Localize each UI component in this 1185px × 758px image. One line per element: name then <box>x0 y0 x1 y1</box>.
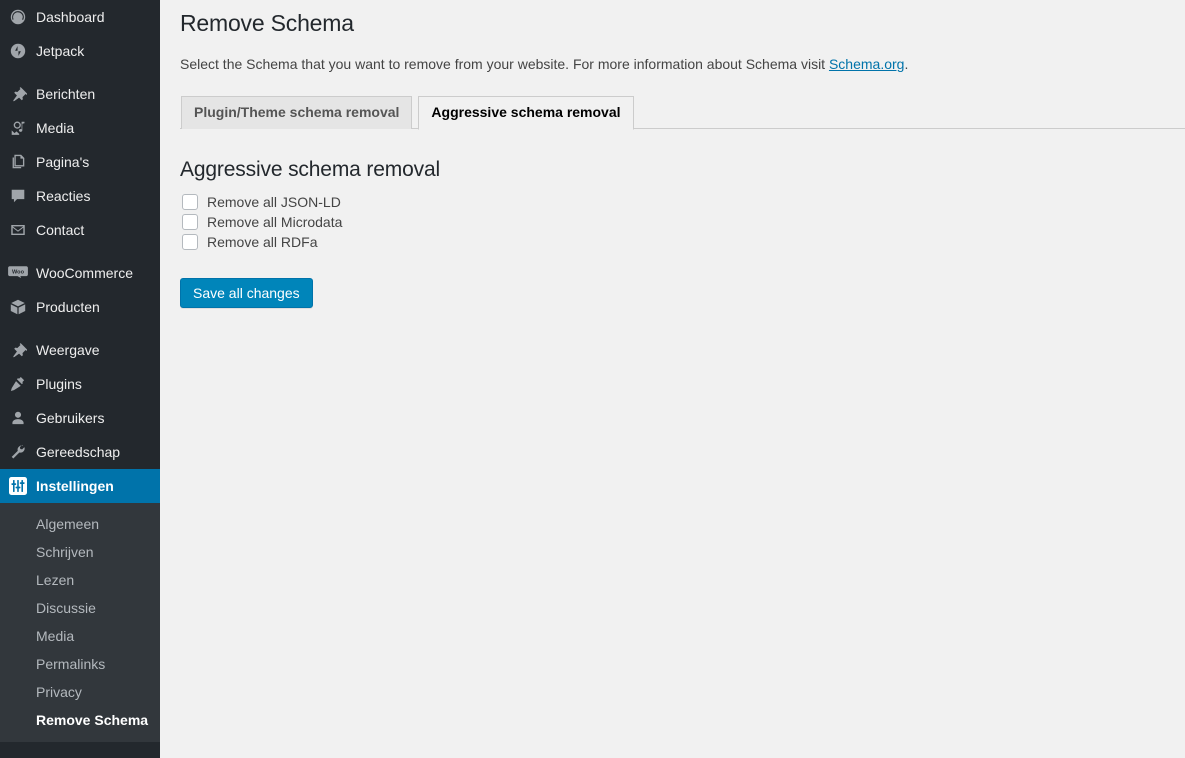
page-description-text: Select the Schema that you want to remov… <box>180 56 829 72</box>
sidebar-item-contact[interactable]: Contact <box>0 213 160 247</box>
users-icon <box>0 409 36 427</box>
sidebar-group-separator <box>0 247 160 256</box>
checkbox-row[interactable]: Remove all RDFa <box>180 232 1165 252</box>
sidebar-item-weergave[interactable]: Weergave <box>0 333 160 367</box>
sidebar-item-label: WooCommerce <box>36 264 133 282</box>
checkbox-row[interactable]: Remove all JSON-LD <box>180 192 1165 212</box>
settings-icon <box>0 476 36 496</box>
page-title: Remove Schema <box>180 0 1165 42</box>
submenu-item-remove-schema[interactable]: Remove Schema <box>0 706 160 734</box>
sidebar-item-label: Gereedschap <box>36 443 120 461</box>
envelope-icon <box>0 221 36 239</box>
sidebar-item-producten[interactable]: Producten <box>0 290 160 324</box>
sidebar-group-separator <box>0 324 160 333</box>
submenu-item-permalinks[interactable]: Permalinks <box>0 650 160 678</box>
sidebar-item-label: Instellingen <box>36 477 114 495</box>
jetpack-icon <box>0 42 36 60</box>
section-title: Aggressive schema removal <box>180 129 1165 183</box>
sidebar-item-gereedschap[interactable]: Gereedschap <box>0 435 160 469</box>
sidebar-item-label: Plugins <box>36 375 82 393</box>
sidebar-item-paginas[interactable]: Pagina's <box>0 145 160 179</box>
sidebar-item-label: Pagina's <box>36 153 89 171</box>
sidebar-item-label: Jetpack <box>36 42 84 60</box>
sidebar-group-separator <box>0 68 160 77</box>
sidebar-menu-group: Woo WooCommerce Producten <box>0 256 160 324</box>
main-content: Remove Schema Select the Schema that you… <box>160 0 1185 758</box>
sidebar-item-label: Berichten <box>36 85 95 103</box>
checkbox-label: Remove all JSON-LD <box>207 192 341 212</box>
submenu-item-privacy[interactable]: Privacy <box>0 678 160 706</box>
sidebar-item-plugins[interactable]: Plugins <box>0 367 160 401</box>
checkbox-remove-all-rdfa[interactable] <box>182 234 198 250</box>
sidebar-item-label: Gebruikers <box>36 409 104 427</box>
sidebar-item-gebruikers[interactable]: Gebruikers <box>0 401 160 435</box>
sidebar-item-label: Dashboard <box>36 8 105 26</box>
pages-icon <box>0 153 36 171</box>
checkbox-list: Remove all JSON-LDRemove all MicrodataRe… <box>180 192 1165 252</box>
sidebar-item-jetpack[interactable]: Jetpack <box>0 34 160 68</box>
sidebar-menu-group: Dashboard Jetpack <box>0 0 160 68</box>
admin-sidebar: Dashboard Jetpack Berichten Media Pagina's Re… <box>0 0 160 758</box>
tab-aggressive-schema-removal[interactable]: Aggressive schema removal <box>418 96 633 130</box>
sidebar-item-dashboard[interactable]: Dashboard <box>0 0 160 34</box>
dashboard-icon <box>0 8 36 26</box>
appearance-icon <box>0 341 36 359</box>
sidebar-item-label: Producten <box>36 298 100 316</box>
sidebar-item-woocommerce[interactable]: Woo WooCommerce <box>0 256 160 290</box>
media-icon <box>0 119 36 137</box>
submenu-item-lezen[interactable]: Lezen <box>0 566 160 594</box>
svg-text:Woo: Woo <box>12 269 25 275</box>
sidebar-item-berichten[interactable]: Berichten <box>0 77 160 111</box>
sidebar-item-instellingen[interactable]: Instellingen <box>0 469 160 503</box>
submenu-item-algemeen[interactable]: Algemeen <box>0 510 160 538</box>
wrench-icon <box>0 443 36 461</box>
sidebar-item-media[interactable]: Media <box>0 111 160 145</box>
checkbox-label: Remove all Microdata <box>207 212 342 232</box>
checkbox-remove-all-microdata[interactable] <box>182 214 198 230</box>
plugins-icon <box>0 375 36 393</box>
sidebar-item-label: Weergave <box>36 341 100 359</box>
submenu-item-discussie[interactable]: Discussie <box>0 594 160 622</box>
admin-screen: Dashboard Jetpack Berichten Media Pagina's Re… <box>0 0 1185 758</box>
sidebar-item-reacties[interactable]: Reacties <box>0 179 160 213</box>
checkbox-row[interactable]: Remove all Microdata <box>180 212 1165 232</box>
submenu-item-media[interactable]: Media <box>0 622 160 650</box>
pin-icon <box>0 85 36 103</box>
comment-icon <box>0 187 36 205</box>
sidebar-item-label: Reacties <box>36 187 90 205</box>
checkbox-label: Remove all RDFa <box>207 232 317 252</box>
sidebar-item-label: Contact <box>36 221 84 239</box>
box-icon <box>0 298 36 316</box>
sidebar-menu-group: Weergave Plugins Gebruikers Gereedschap Inst… <box>0 333 160 503</box>
sidebar-menu-group: Berichten Media Pagina's Reacties Contact <box>0 77 160 247</box>
page-description: Select the Schema that you want to remov… <box>180 54 1165 75</box>
settings-submenu: AlgemeenSchrijvenLezenDiscussieMediaPerm… <box>0 503 160 742</box>
woocommerce-icon: Woo <box>0 264 36 282</box>
schema-org-link[interactable]: Schema.org <box>829 56 904 72</box>
checkbox-remove-all-json-ld[interactable] <box>182 194 198 210</box>
page-description-suffix: . <box>904 56 908 72</box>
save-all-changes-button[interactable]: Save all changes <box>180 278 313 308</box>
sidebar-item-label: Media <box>36 119 74 137</box>
tab-plugin-theme-schema-removal[interactable]: Plugin/Theme schema removal <box>181 96 412 129</box>
submenu-item-schrijven[interactable]: Schrijven <box>0 538 160 566</box>
tab-bar: Plugin/Theme schema removalAggressive sc… <box>180 96 1185 129</box>
